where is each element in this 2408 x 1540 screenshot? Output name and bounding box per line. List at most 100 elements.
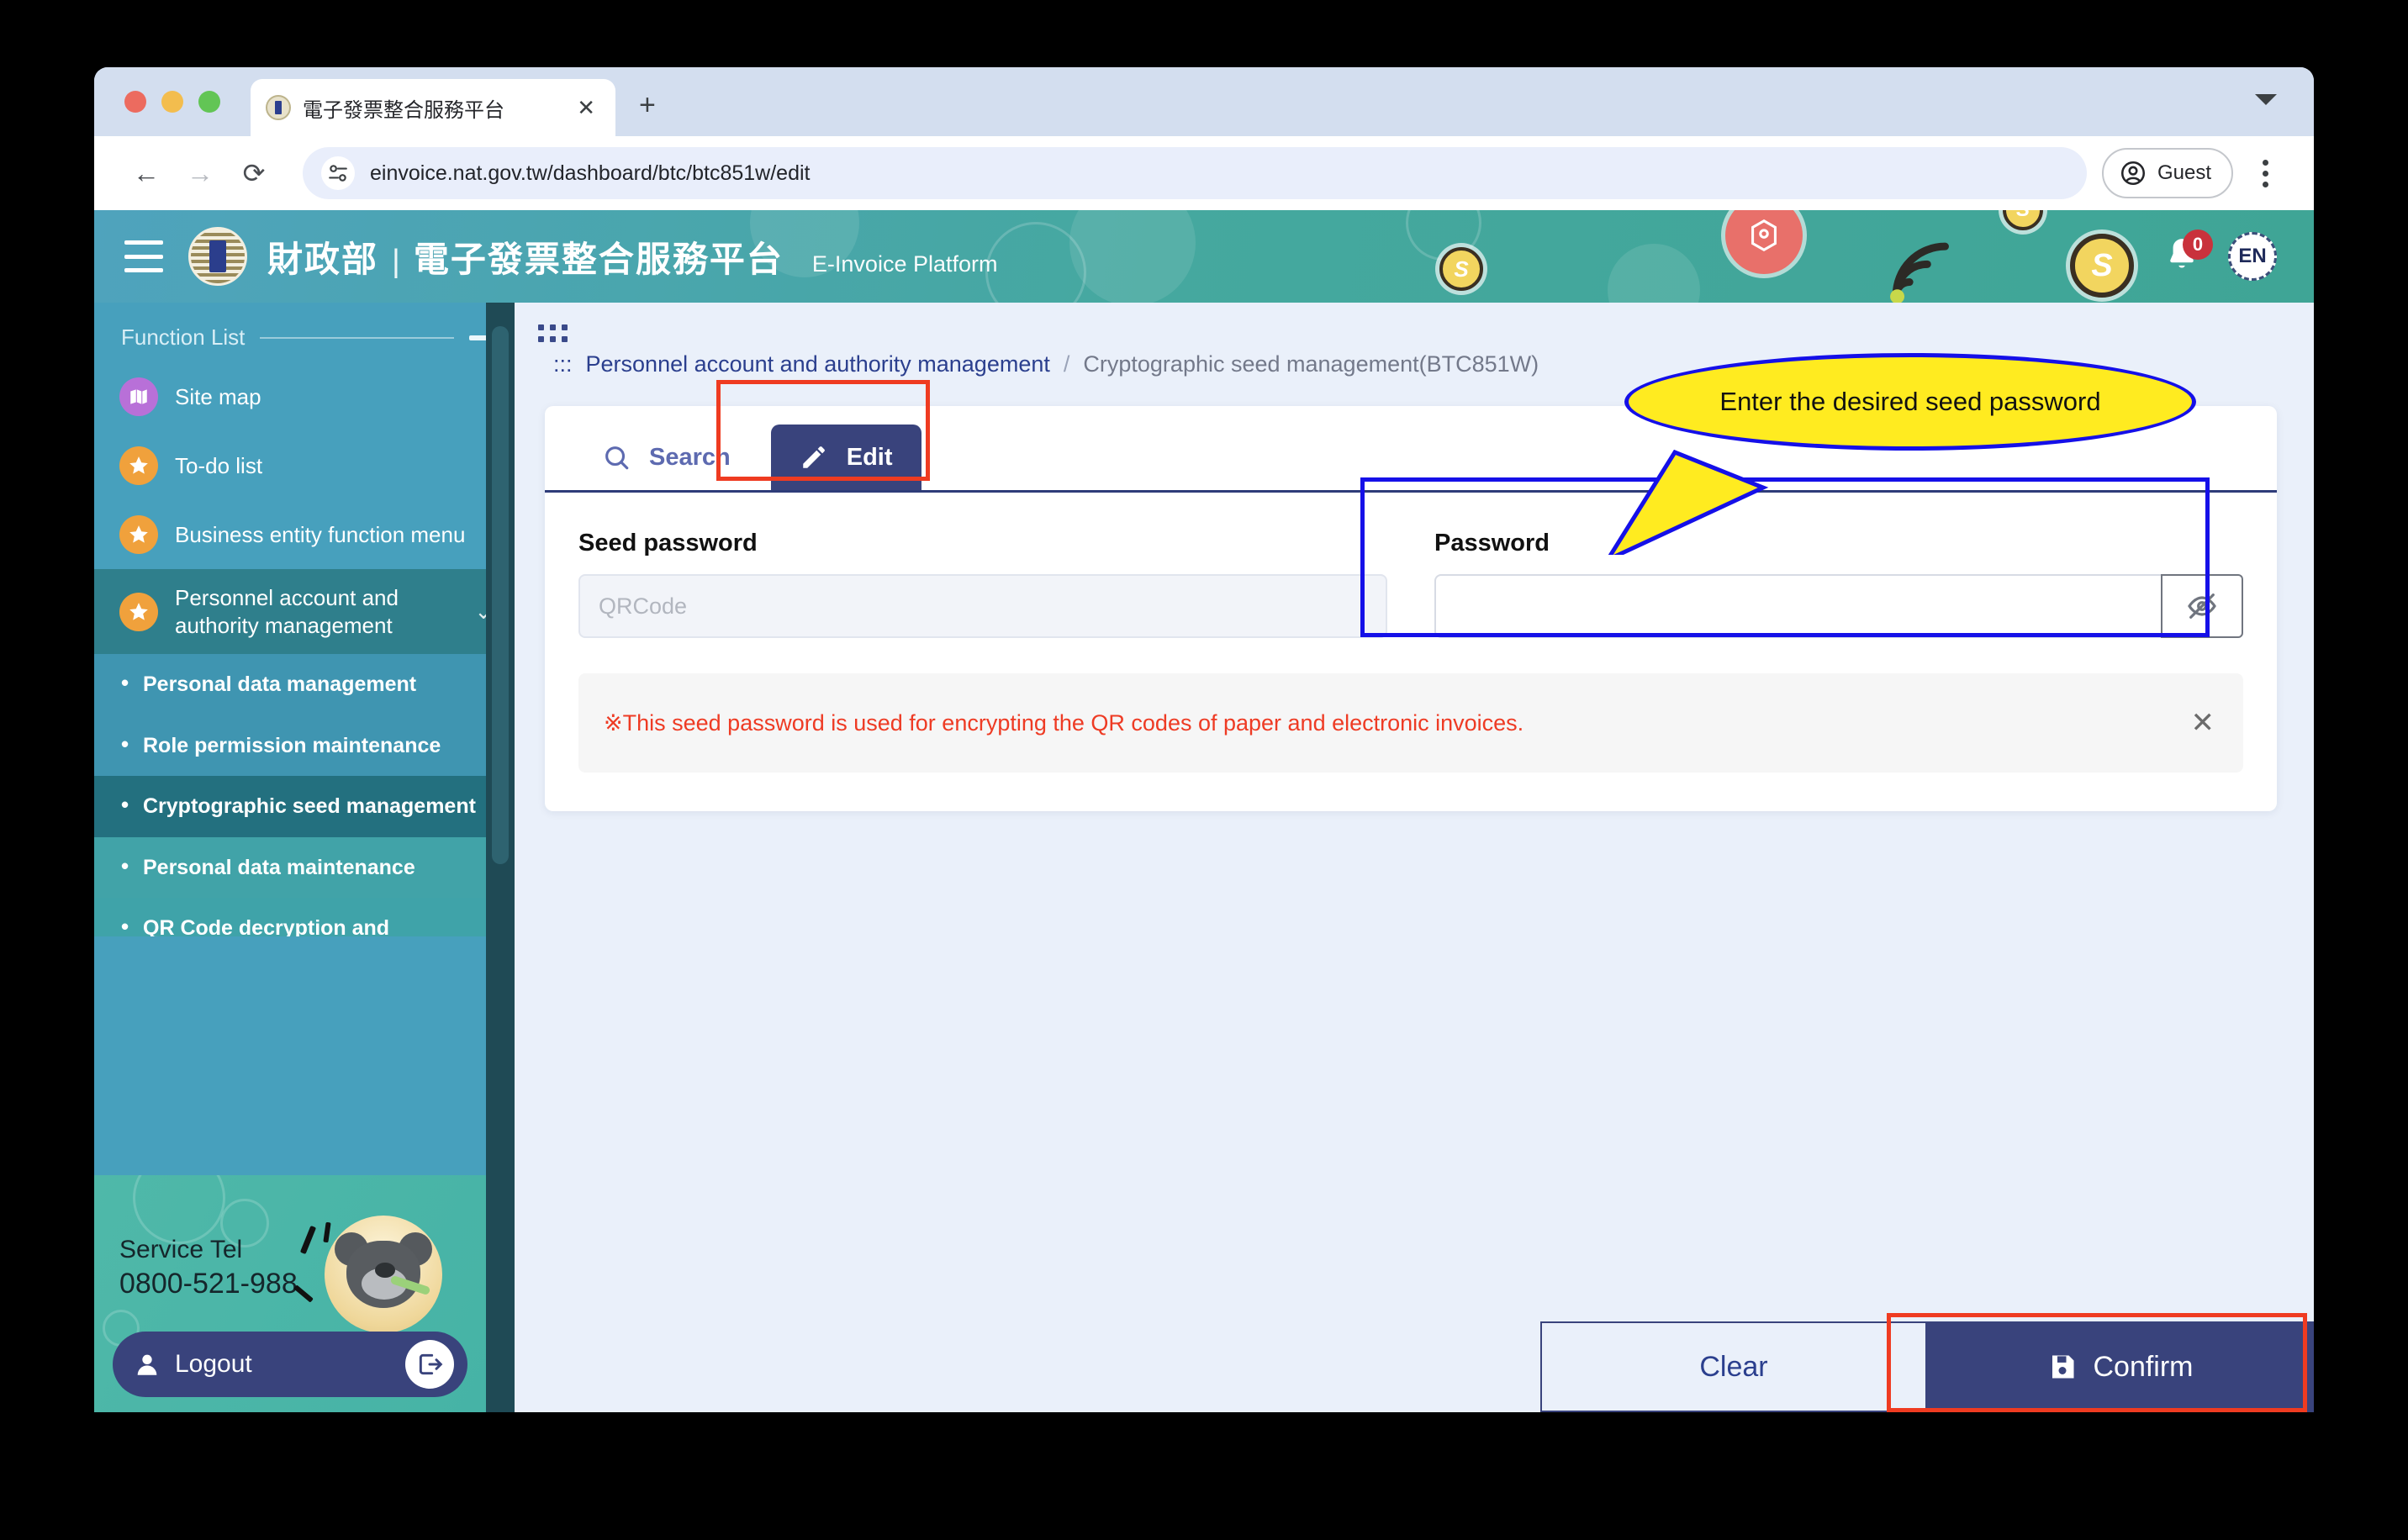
close-icon[interactable]: ✕ [572, 93, 600, 122]
star-icon [119, 592, 158, 631]
address-bar[interactable]: einvoice.nat.gov.tw/dashboard/btc/btc851… [303, 147, 2087, 199]
decorative-ring [133, 1175, 225, 1244]
wifi-icon [1877, 229, 1969, 303]
breadcrumb-parent[interactable]: Personnel account and authority manageme… [586, 351, 1050, 377]
decorative-blob [1069, 210, 1196, 303]
mascot-nose-icon [375, 1263, 395, 1278]
action-bar: Clear Confirm [94, 1308, 2314, 1412]
eye-off-icon[interactable] [2161, 574, 2243, 638]
back-button[interactable]: ← [123, 150, 170, 197]
account-icon [2120, 161, 2145, 186]
breadcrumb: ::: Personnel account and authority mana… [553, 351, 2277, 377]
platform-name-en: E-Invoice Platform [811, 251, 998, 277]
breadcrumb-separator: / [1063, 351, 1070, 377]
page-body: Function List Site map To-do list Busine… [94, 303, 2314, 1412]
password-label: Password [1434, 530, 1550, 556]
function-list-header[interactable]: Function List [94, 303, 515, 362]
sidebar-subitem-personal-data-management[interactable]: Personal data management [94, 654, 515, 715]
decorative-ring [1406, 210, 1481, 261]
divider [260, 336, 454, 339]
close-window-button[interactable] [124, 91, 146, 113]
menu-toggle-button[interactable] [124, 240, 163, 272]
sidebar-item-site-map[interactable]: Site map [94, 362, 515, 431]
sidebar-item-label: Site map [175, 383, 261, 409]
sidebar-item-personnel-account-and-authority-management[interactable]: Personnel account and authority manageme… [94, 569, 515, 654]
site-info-icon[interactable] [321, 156, 355, 190]
sidebar-scrollbar-thumb[interactable] [492, 326, 509, 864]
password-field-group: Password [1434, 530, 2243, 638]
seed-password-field-group: Seed password QRCode [578, 530, 1387, 638]
notification-badge: 0 [2183, 229, 2213, 260]
confirm-button[interactable]: Confirm [1927, 1321, 2314, 1412]
sidebar-subitem-personal-data-maintenance[interactable]: Personal data maintenance [94, 836, 515, 898]
profile-button[interactable]: Guest [2101, 148, 2233, 198]
coin-icon: S [2070, 234, 2134, 298]
sidebar: Function List Site map To-do list Busine… [94, 303, 515, 1412]
site-header: S S S 財政部 | 電子發 [94, 210, 2314, 303]
seed-password-input: QRCode [578, 574, 1387, 638]
tab-search[interactable]: Search [573, 425, 759, 490]
platform-name-cn: 電子發票整合服務平台 [413, 239, 784, 279]
clear-button[interactable]: Clear [1540, 1321, 1927, 1412]
sidebar-item-todo-list[interactable]: To-do list [94, 431, 515, 500]
drag-grip-icon[interactable] [538, 324, 568, 342]
sparkle-icon [323, 1221, 331, 1243]
profile-label: Guest [2157, 161, 2211, 184]
brand-divider: | [392, 243, 400, 279]
content-card: Search Edit Seed password QRCode Passwor… [545, 406, 2277, 811]
gov-seal-icon [266, 95, 291, 120]
decorative-ring [985, 222, 1086, 303]
service-tel: Service Tel 0800-521-988 [119, 1236, 298, 1300]
language-toggle-button[interactable]: EN [2228, 232, 2277, 281]
chevron-down-icon[interactable] [2255, 94, 2277, 105]
coin-icon: S [1439, 247, 1483, 291]
window-controls[interactable] [124, 91, 220, 113]
notifications-button[interactable]: 0 [2161, 229, 2213, 278]
breadcrumb-current: Cryptographic seed management(BTC851W) [1083, 351, 1539, 377]
function-list-title: Function List [121, 324, 246, 350]
star-icon [119, 515, 158, 554]
tab-edit-label: Edit [846, 443, 893, 471]
form-row: Seed password QRCode Password [545, 493, 2277, 638]
tab-bar: Search Edit [545, 406, 2277, 493]
maximize-window-button[interactable] [198, 91, 220, 113]
notice-banner: ※This seed password is used for encrypti… [578, 673, 2243, 773]
tab-title: 電子發票整合服務平台 [303, 98, 504, 122]
sidebar-subitem-role-permission-maintenance[interactable]: Role permission maintenance [94, 715, 515, 776]
sidebar-scrollbar[interactable] [486, 303, 515, 1412]
sidebar-subitem-qr-code-decryption[interactable]: QR Code decryption and [94, 898, 515, 936]
ministry-seal-icon [188, 227, 247, 286]
notice-text: ※This seed password is used for encrypti… [604, 709, 1524, 736]
star-icon [119, 446, 158, 485]
browser-tab-strip: 電子發票整合服務平台 ✕ + [94, 67, 2314, 136]
search-icon [605, 446, 629, 470]
browser-toolbar: ← → ⟳ einvoice.nat.gov.tw/dashboard/btc/… [94, 136, 2314, 210]
tab-edit[interactable]: Edit [770, 425, 921, 490]
main-content: ::: Personnel account and authority mana… [515, 303, 2314, 1412]
service-tel-number: 0800-521-988 [119, 1268, 298, 1300]
tab-search-label: Search [649, 443, 731, 471]
save-icon [2052, 1355, 2074, 1379]
sidebar-item-business-entity-function-menu[interactable]: Business entity function menu › [94, 500, 515, 569]
password-input-group [1434, 574, 2243, 638]
breadcrumb-prefix[interactable]: ::: [553, 351, 573, 377]
ministry-name: 財政部 [267, 239, 379, 279]
confirm-label: Confirm [2093, 1350, 2194, 1383]
browser-tab[interactable]: 電子發票整合服務平台 ✕ [251, 79, 615, 136]
header-actions: 0 EN [2161, 210, 2277, 303]
page-viewport: S S S 財政部 | 電子發 [94, 210, 2314, 1412]
sidebar-subitem-cryptographic-seed-management[interactable]: Cryptographic seed management [94, 776, 515, 837]
reload-button[interactable]: ⟳ [230, 150, 277, 197]
map-icon [119, 377, 158, 416]
pencil-icon [802, 446, 825, 468]
password-input[interactable] [1434, 574, 2161, 638]
minimize-window-button[interactable] [161, 91, 183, 113]
forward-button[interactable]: → [177, 150, 224, 197]
browser-menu-button[interactable] [2245, 159, 2285, 187]
sidebar-item-label: Business entity function menu [175, 521, 466, 547]
close-icon[interactable]: ✕ [2191, 709, 2215, 737]
seed-password-label: Seed password [578, 530, 758, 556]
tag-icon [1725, 210, 1803, 274]
new-tab-button[interactable]: + [639, 91, 656, 119]
browser-window: 電子發票整合服務平台 ✕ + ← → ⟳ einvoice.nat.gov.tw… [94, 67, 2314, 1412]
